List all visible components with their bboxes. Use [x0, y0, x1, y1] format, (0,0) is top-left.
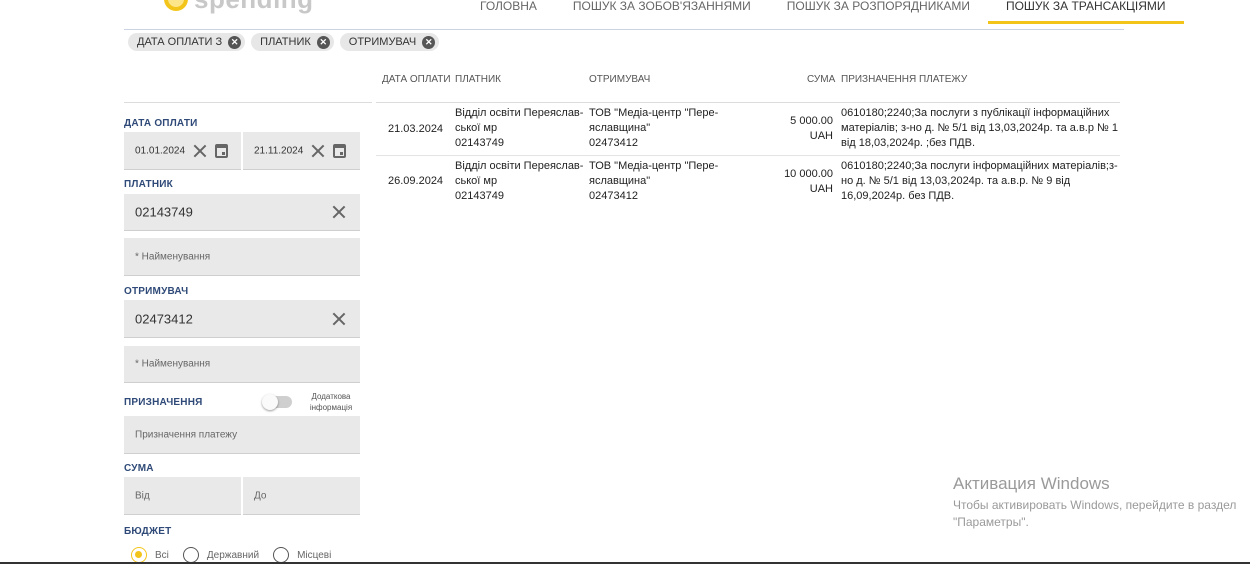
additional-info-label: Додаткова інформація [309, 392, 353, 412]
cell-payer-code: 02143749 [455, 137, 504, 149]
chip-remove-icon[interactable]: ✕ [316, 35, 330, 49]
col-header-recipient[interactable]: ОТРИМУВАЧ [589, 74, 650, 85]
radio-label: Державний [206, 549, 260, 561]
cell-purpose: матеріалів; з-но д. № 5/1 від 13,03,2024… [841, 122, 1119, 134]
cell-payer-name: Відділ освіти Переяслав- [455, 107, 584, 119]
cell-recipient-name: яславщина" [589, 122, 651, 134]
date-from-field[interactable]: 01.01.2024 [124, 132, 241, 170]
cell-recipient-code: 02473412 [589, 137, 638, 149]
calendar-icon[interactable] [215, 143, 228, 158]
additional-info-toggle[interactable] [262, 394, 292, 410]
clear-icon[interactable] [332, 312, 346, 326]
windows-activation-text: Чтобы активировать Windows, перейдите в … [953, 497, 1250, 531]
purpose-field[interactable]: Призначення платежу [124, 416, 360, 454]
amount-label: СУМА [124, 463, 154, 474]
purpose-placeholder: Призначення платежу [135, 429, 238, 440]
recipient-code-value: 02473412 [135, 311, 193, 326]
budget-radio-group: Всі Державний Місцеві [131, 547, 345, 563]
radio-icon [131, 547, 147, 563]
cell-currency: UAH [809, 183, 833, 195]
col-header-purpose[interactable]: ПРИЗНАЧЕННЯ ПЛАТЕЖУ [841, 74, 967, 85]
col-header-amount[interactable]: СУМА [807, 74, 835, 85]
windows-activation-line: Чтобы активировать Windows, перейдите в … [953, 498, 1237, 512]
windows-activation-title: Активация Windows [953, 474, 1110, 493]
col-header-date[interactable]: ДАТА ОПЛАТИ [382, 74, 451, 85]
chip-label: ПЛАТНИК [260, 36, 311, 48]
chip-payer: ПЛАТНИК ✕ [251, 33, 334, 51]
calendar-icon[interactable] [333, 143, 346, 158]
payer-code-field[interactable]: 02143749 [124, 194, 360, 231]
amount-to-placeholder: До [254, 490, 267, 501]
active-filter-chips: ДАТА ОПЛАТИ З ✕ ПЛАТНИК ✕ ОТРИМУВАЧ ✕ [128, 33, 440, 51]
budget-radio-state[interactable]: Державний [182, 547, 260, 563]
cell-recipient-name: ТОВ "Медіа-центр "Пере- [589, 107, 719, 119]
radio-label: Всі [155, 549, 169, 561]
date-label: ДАТА ОПЛАТИ [124, 118, 198, 129]
budget-label: БЮДЖЕТ [124, 526, 172, 537]
chip-label: ОТРИМУВАЧ [348, 36, 417, 48]
cell-purpose: но д. № 5/1 від 13,03,2024р. та а.в.р. №… [841, 175, 1071, 187]
recipient-name-field[interactable]: * Найменування [124, 346, 360, 383]
nav-obligations-search[interactable]: ПОШУК ЗА ЗОБОВ'ЯЗАННЯМИ [555, 0, 769, 24]
budget-radio-all[interactable]: Всі [131, 547, 169, 563]
payer-name-placeholder: * Найменування [135, 251, 211, 262]
cell-recipient-name: яславщина" [589, 175, 651, 187]
radio-icon [182, 547, 199, 563]
chip-recipient: ОТРИМУВАЧ ✕ [339, 33, 440, 51]
payer-name-field[interactable]: * Найменування [124, 238, 360, 276]
cell-purpose: 16,09,2024р. без ПДВ. [841, 190, 955, 202]
toggle-knob [262, 394, 278, 410]
cell-purpose: 0610180;2240;За послуги з публікації інф… [841, 107, 1110, 119]
cell-payer-name: ської мр [455, 175, 498, 187]
amount-to-field[interactable]: До [243, 477, 360, 515]
nav-home[interactable]: ГОЛОВНА [462, 0, 555, 24]
clear-icon[interactable] [193, 144, 207, 158]
purpose-label: ПРИЗНАЧЕННЯ [124, 397, 203, 408]
cell-date: 21.03.2024 [388, 123, 444, 135]
page: spending ГОЛОВНА ПОШУК ЗА ЗОБОВ'ЯЗАННЯМИ… [0, 0, 1250, 564]
table-header-divider [376, 102, 1120, 103]
radio-label: Місцеві [297, 549, 332, 561]
amount-from-field[interactable]: Від [124, 477, 241, 515]
chip-date-from: ДАТА ОПЛАТИ З ✕ [128, 33, 246, 51]
header-divider [124, 29, 1124, 30]
filter-panel-divider [124, 102, 372, 103]
cell-recipient-name: ТОВ "Медіа-центр "Пере- [589, 160, 719, 172]
nav-transactions-search[interactable]: ПОШУК ЗА ТРАНСАКЦІЯМИ [987, 0, 1184, 24]
cell-payer-name: Відділ освіти Переяслав- [455, 160, 584, 172]
cell-date: 26.09.2024 [388, 175, 444, 187]
cell-recipient-code: 02473412 [589, 190, 638, 202]
nav-managers-search[interactable]: ПОШУК ЗА РОЗПОРЯДНИКАМИ [769, 0, 988, 24]
recipient-code-field[interactable]: 02473412 [124, 300, 360, 338]
cell-purpose: 0610180;2240;За послуги інформаційних ма… [841, 160, 1118, 172]
amount-from-placeholder: Від [135, 490, 150, 501]
windows-activation-line: "Параметры". [953, 515, 1029, 529]
cell-payer-name: ської мр [455, 122, 498, 134]
recipient-name-placeholder: * Найменування [135, 358, 211, 370]
clear-icon[interactable] [311, 144, 325, 158]
chip-remove-icon[interactable]: ✕ [228, 35, 242, 49]
payer-code-value: 02143749 [135, 204, 193, 220]
top-nav: ГОЛОВНА ПОШУК ЗА ЗОБОВ'ЯЗАННЯМИ ПОШУК ЗА… [462, 0, 1184, 24]
chip-remove-icon[interactable]: ✕ [422, 35, 436, 49]
clear-icon[interactable] [332, 205, 346, 219]
radio-icon [273, 547, 290, 563]
cell-payer-code: 02143749 [455, 190, 504, 202]
payer-label: ПЛАТНИК [124, 179, 173, 190]
date-to-field[interactable]: 21.11.2024 [243, 132, 360, 170]
cell-amount: 5 000.00 [790, 115, 833, 127]
cell-currency: UAH [809, 130, 833, 142]
logo-icon [164, 0, 188, 11]
recipient-label: ОТРИМУВАЧ [124, 286, 189, 297]
logo-text: spending [194, 0, 314, 15]
date-from-value: 01.01.2024 [135, 145, 186, 156]
col-header-payer[interactable]: ПЛАТНИК [455, 74, 501, 85]
budget-radio-local[interactable]: Місцеві [273, 547, 331, 563]
chip-label: ДАТА ОПЛАТИ З [137, 36, 223, 48]
cell-amount: 10 000.00 [784, 168, 833, 180]
cell-purpose: від 18,03,2024р. ;без ПДВ. [841, 137, 976, 149]
row-divider [376, 155, 1120, 156]
logo[interactable]: spending [164, 0, 314, 15]
date-to-value: 21.11.2024 [254, 145, 304, 156]
